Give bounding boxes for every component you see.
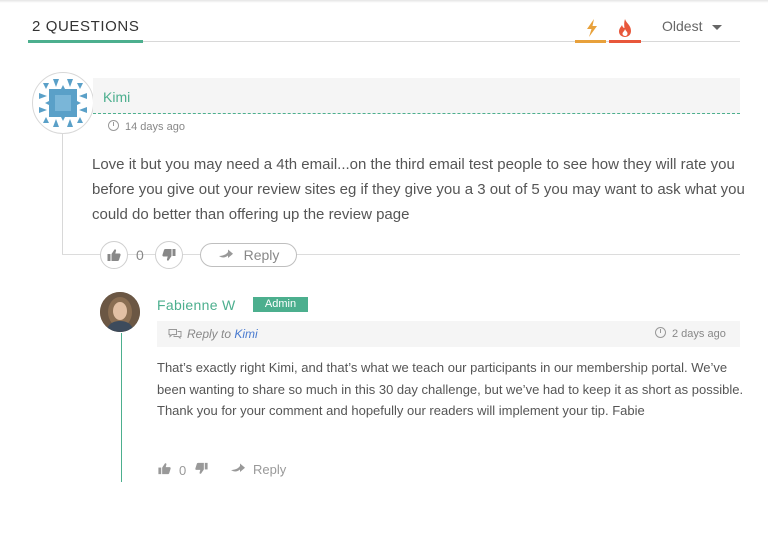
avatar <box>32 72 94 134</box>
vote-count: 0 <box>179 463 187 478</box>
avatar <box>100 292 140 332</box>
clock-icon <box>108 120 119 131</box>
comments-count-title: 2 QUESTIONS <box>32 18 140 35</box>
comment-date: 14 days ago <box>108 120 185 133</box>
sort-hot-button[interactable] <box>575 16 609 40</box>
thread-line <box>121 333 122 482</box>
top-shadow <box>0 0 768 3</box>
header-accent-bar <box>28 40 143 43</box>
flame-icon <box>619 19 631 37</box>
reply-button[interactable]: Reply <box>200 243 297 267</box>
sort-newest-button[interactable] <box>608 16 642 40</box>
upvote-button[interactable] <box>100 241 128 269</box>
downvote-button[interactable] <box>155 241 183 269</box>
thumbs-up-icon <box>107 249 121 261</box>
identicon-avatar <box>39 79 87 127</box>
comment-author[interactable]: Fabienne W <box>157 297 235 313</box>
admin-badge: Admin <box>253 297 308 312</box>
speech-bubbles-icon <box>168 329 182 340</box>
reply-label: Reply <box>253 462 287 477</box>
thread-line <box>62 133 63 255</box>
thumbs-up-icon <box>158 463 171 475</box>
comment-body: That’s exactly right Kimi, and that’s wh… <box>157 360 744 418</box>
vote-count: 0 <box>136 247 144 263</box>
clock-icon <box>655 327 666 338</box>
sort-hot-underline <box>575 40 606 43</box>
comment-date: 2 days ago <box>655 327 726 340</box>
comment-date-text: 2 days ago <box>672 328 726 340</box>
reply-to: Reply to Kimi <box>168 327 258 341</box>
chevron-down-icon <box>712 24 723 30</box>
reply-arrow-icon <box>231 463 245 472</box>
sort-order-select[interactable]: Oldest <box>662 18 723 34</box>
bolt-icon <box>587 19 597 37</box>
reply-to-prefix: Reply to <box>187 327 232 341</box>
reply-label: Reply <box>243 247 280 263</box>
sort-newest-underline <box>609 40 641 43</box>
sort-order-value: Oldest <box>662 18 703 34</box>
thumbs-down-icon <box>162 249 176 261</box>
user-photo-avatar <box>100 292 140 332</box>
reply-button[interactable]: Reply <box>230 462 286 477</box>
downvote-button[interactable] <box>194 461 209 479</box>
comment-header <box>93 78 740 114</box>
reply-arrow-icon <box>218 249 233 258</box>
comment-author[interactable]: Kimi <box>103 89 130 105</box>
comment-date-text: 14 days ago <box>125 121 185 133</box>
thumbs-down-icon <box>195 462 208 474</box>
comment-body: Love it but you may need a 4th email...o… <box>92 156 745 223</box>
upvote-button[interactable] <box>157 461 172 479</box>
reply-to-author-link[interactable]: Kimi <box>234 327 257 341</box>
